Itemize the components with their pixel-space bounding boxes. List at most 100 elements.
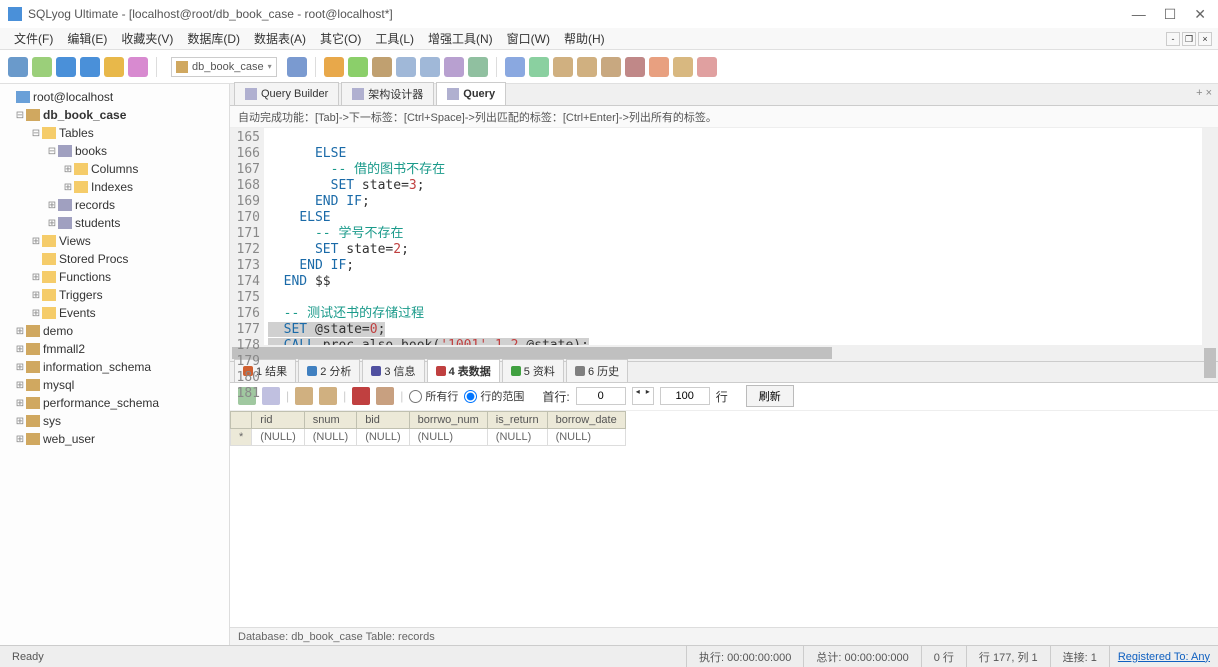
radio-row-range[interactable]: 行的范围	[464, 388, 524, 404]
db-node[interactable]: ⊞fmmall2	[2, 340, 227, 358]
tool-a-icon[interactable]	[505, 57, 525, 77]
tool-g-icon[interactable]	[649, 57, 669, 77]
export-icon[interactable]	[468, 57, 488, 77]
folder-views[interactable]: ⊞Views	[2, 232, 227, 250]
import-icon[interactable]	[444, 57, 464, 77]
db-node[interactable]: ⊞information_schema	[2, 358, 227, 376]
database-selector[interactable]: db_book_case ▾	[171, 57, 277, 77]
db-node[interactable]: ⊞demo	[2, 322, 227, 340]
db-node[interactable]: ⊞web_user	[2, 430, 227, 448]
menu-bar: 文件(F) 编辑(E) 收藏夹(V) 数据库(D) 数据表(A) 其它(O) 工具(L) 增强…	[0, 28, 1218, 50]
close-button[interactable]: ✕	[1194, 6, 1206, 23]
line-gutter: 1651661671681691701711721731741751761771…	[230, 128, 264, 345]
registered-link[interactable]: Registered To: Any	[1110, 651, 1218, 663]
mdi-close-icon[interactable]: ×	[1198, 32, 1212, 46]
radio-all-rows[interactable]: 所有行	[409, 388, 458, 404]
db-node-main[interactable]: ⊟db_book_case	[2, 106, 227, 124]
folder-triggers[interactable]: ⊞Triggers	[2, 286, 227, 304]
folder-columns[interactable]: ⊞Columns	[2, 160, 227, 178]
format-icon[interactable]	[104, 57, 124, 77]
execute-all-icon[interactable]	[80, 57, 100, 77]
result-tab[interactable]: 2 分析	[298, 359, 360, 382]
copy-icon[interactable]	[319, 387, 337, 405]
new-connection-icon[interactable]	[8, 57, 28, 77]
column-header[interactable]: borrwo_num	[409, 411, 487, 428]
export-icon[interactable]	[295, 387, 313, 405]
menu-item[interactable]: 窗口(W)	[503, 28, 554, 49]
tool-e-icon[interactable]	[601, 57, 621, 77]
menu-item[interactable]: 文件(F)	[10, 28, 57, 49]
form-view-icon[interactable]	[262, 387, 280, 405]
user-icon[interactable]	[287, 57, 307, 77]
folder-stored-procs[interactable]: Stored Procs	[2, 250, 227, 268]
tool-h-icon[interactable]	[673, 57, 693, 77]
tab-icon	[575, 366, 585, 376]
menu-item[interactable]: 数据库(D)	[183, 28, 244, 49]
tool-c-icon[interactable]	[553, 57, 573, 77]
server-node[interactable]: root@localhost	[2, 88, 227, 106]
result-grid[interactable]: ridsnumbidborrwo_numis_returnborrow_date…	[230, 411, 1218, 628]
menu-item[interactable]: 帮助(H)	[560, 28, 609, 49]
tool-d-icon[interactable]	[577, 57, 597, 77]
result-tab[interactable]: 6 历史	[566, 359, 628, 382]
copy-db-icon[interactable]	[420, 57, 440, 77]
folder-indexes[interactable]: ⊞Indexes	[2, 178, 227, 196]
table-students[interactable]: ⊞students	[2, 214, 227, 232]
schema-icon[interactable]	[396, 57, 416, 77]
table-books[interactable]: ⊟books	[2, 142, 227, 160]
first-row-spinner[interactable]: ◂▸	[632, 387, 654, 405]
save-icon[interactable]	[376, 387, 394, 405]
query-tab[interactable]: 架构设计器	[341, 82, 434, 105]
menu-item[interactable]: 其它(O)	[316, 28, 365, 49]
first-row-input[interactable]	[576, 387, 626, 405]
db-node[interactable]: ⊞performance_schema	[2, 394, 227, 412]
backup-icon[interactable]	[372, 57, 392, 77]
folder-functions[interactable]: ⊞Functions	[2, 268, 227, 286]
limit-input[interactable]	[660, 387, 710, 405]
sql-editor[interactable]: 1651661671681691701711721731741751761771…	[230, 128, 1218, 345]
menu-item[interactable]: 收藏夹(V)	[117, 28, 177, 49]
column-header[interactable]: borrow_date	[547, 411, 625, 428]
column-header[interactable]: bid	[357, 411, 409, 428]
menu-item[interactable]: 数据表(A)	[250, 28, 310, 49]
tab-icon	[436, 366, 446, 376]
tool-i-icon[interactable]	[697, 57, 717, 77]
db-node[interactable]: ⊞mysql	[2, 376, 227, 394]
reload-icon[interactable]	[348, 57, 368, 77]
vertical-scrollbar[interactable]	[1202, 128, 1218, 345]
status-total: 总计: 00:00:00:000	[804, 646, 921, 667]
folder-tables[interactable]: ⊟Tables	[2, 124, 227, 142]
menu-item[interactable]: 增强工具(N)	[424, 28, 497, 49]
maximize-button[interactable]: ☐	[1164, 6, 1177, 23]
menu-item[interactable]: 编辑(E)	[63, 28, 111, 49]
tool-icon[interactable]	[128, 57, 148, 77]
folder-events[interactable]: ⊞Events	[2, 304, 227, 322]
column-header[interactable]: is_return	[487, 411, 547, 428]
tool-f-icon[interactable]	[625, 57, 645, 77]
table-records[interactable]: ⊞records	[2, 196, 227, 214]
db-node[interactable]: ⊞sys	[2, 412, 227, 430]
result-tab[interactable]: 5 资料	[502, 359, 564, 382]
column-header[interactable]: rid	[252, 411, 304, 428]
refresh-icon[interactable]	[324, 57, 344, 77]
mdi-minimize-icon[interactable]: -	[1166, 32, 1180, 46]
query-tab[interactable]: Query	[436, 82, 506, 105]
mdi-restore-icon[interactable]: ❐	[1182, 32, 1196, 46]
tab-icon	[307, 366, 317, 376]
minimize-button[interactable]: ―	[1132, 6, 1146, 23]
menu-item[interactable]: 工具(L)	[371, 28, 418, 49]
object-browser[interactable]: root@localhost ⊟db_book_case ⊟Tables ⊟bo…	[0, 84, 230, 645]
delete-row-icon[interactable]	[352, 387, 370, 405]
tab-close-icon[interactable]: + ×	[1196, 87, 1212, 99]
result-tab[interactable]: 3 信息	[362, 359, 424, 382]
status-rows: 0 行	[922, 646, 967, 667]
column-header[interactable]: snum	[304, 411, 356, 428]
tool-b-icon[interactable]	[529, 57, 549, 77]
code-area[interactable]: ELSE -- 借的图书不存在 SET state=3; END IF; ELS…	[264, 128, 1218, 345]
result-tab[interactable]: 4 表数据	[427, 359, 500, 382]
table-row[interactable]: *(NULL)(NULL)(NULL)(NULL)(NULL)(NULL)	[231, 428, 626, 445]
new-query-icon[interactable]	[32, 57, 52, 77]
refresh-button[interactable]: 刷新	[746, 385, 794, 407]
query-tab[interactable]: Query Builder	[234, 82, 339, 105]
execute-icon[interactable]	[56, 57, 76, 77]
